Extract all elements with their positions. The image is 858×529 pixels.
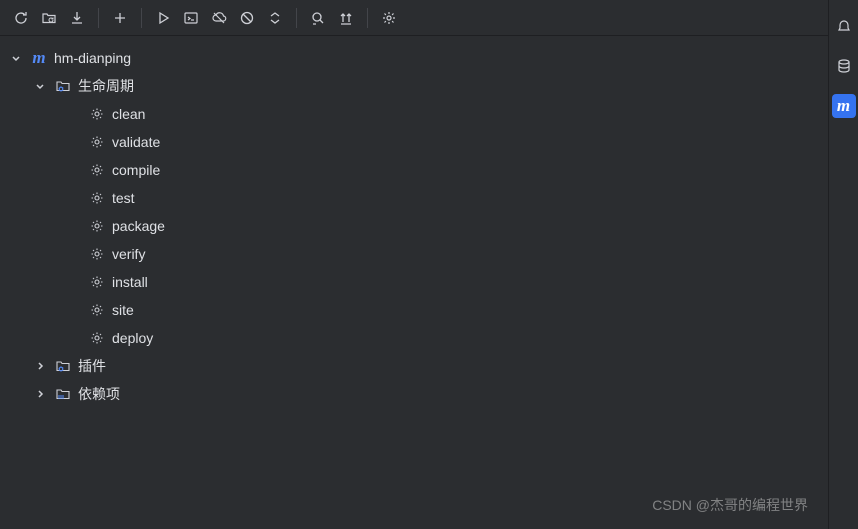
gear-icon	[88, 329, 106, 347]
goal-compile[interactable]: compile	[0, 156, 828, 184]
goal-verify[interactable]: verify	[0, 240, 828, 268]
collapse-button[interactable]	[262, 5, 288, 31]
goal-label: deploy	[112, 330, 153, 346]
cloud-off-icon	[211, 10, 227, 26]
right-toolbar: m	[828, 0, 858, 529]
lifecycle-label: 生命周期	[78, 76, 134, 96]
play-icon	[155, 10, 171, 26]
gear-icon	[88, 217, 106, 235]
dependencies-node[interactable]: 依赖项	[0, 380, 828, 408]
goal-label: verify	[112, 246, 145, 262]
database-icon	[836, 58, 852, 74]
goal-validate[interactable]: validate	[0, 128, 828, 156]
expand-all-button[interactable]	[333, 5, 359, 31]
download-button[interactable]	[64, 5, 90, 31]
expand-icon	[338, 10, 354, 26]
plus-icon	[112, 10, 128, 26]
terminal-icon	[183, 10, 199, 26]
folder-gear-icon	[54, 77, 72, 95]
plugins-label: 插件	[78, 356, 106, 376]
search-icon	[310, 10, 326, 26]
goal-label: install	[112, 274, 148, 290]
gear-icon	[381, 10, 397, 26]
goal-label: clean	[112, 106, 145, 122]
maven-icon: m	[837, 96, 850, 116]
lifecycle-node[interactable]: 生命周期	[0, 72, 828, 100]
maven-module-icon: m	[30, 49, 48, 67]
gear-icon	[88, 133, 106, 151]
project-label: hm-dianping	[54, 50, 131, 66]
skip-tests-button[interactable]	[234, 5, 260, 31]
goal-label: validate	[112, 134, 160, 150]
folder-library-icon	[54, 385, 72, 403]
goal-label: test	[112, 190, 135, 206]
chevron-right-icon	[32, 358, 48, 374]
gear-icon	[88, 161, 106, 179]
refresh-button[interactable]	[8, 5, 34, 31]
gear-icon	[88, 301, 106, 319]
add-button[interactable]	[107, 5, 133, 31]
refresh-icon	[13, 10, 29, 26]
goal-site[interactable]: site	[0, 296, 828, 324]
goal-test[interactable]: test	[0, 184, 828, 212]
goal-label: compile	[112, 162, 160, 178]
skip-icon	[239, 10, 255, 26]
find-button[interactable]	[305, 5, 331, 31]
goal-install[interactable]: install	[0, 268, 828, 296]
gear-icon	[88, 189, 106, 207]
separator	[141, 8, 142, 28]
add-maven-button[interactable]	[36, 5, 62, 31]
folder-refresh-icon	[41, 10, 57, 26]
chevron-down-icon	[32, 78, 48, 94]
plugins-node[interactable]: 插件	[0, 352, 828, 380]
dependencies-label: 依赖项	[78, 384, 120, 404]
chevron-right-icon	[32, 386, 48, 402]
chevron-down-icon	[8, 50, 24, 66]
gear-icon	[88, 273, 106, 291]
collapse-icon	[267, 10, 283, 26]
run-config-button[interactable]	[178, 5, 204, 31]
rail-button-1[interactable]	[832, 14, 856, 38]
project-node[interactable]: m hm-dianping	[0, 44, 828, 72]
bell-icon	[836, 18, 852, 34]
run-button[interactable]	[150, 5, 176, 31]
folder-gear-icon	[54, 357, 72, 375]
maven-tree: m hm-dianping 生命周期 clean validate compil…	[0, 36, 828, 416]
separator	[367, 8, 368, 28]
gear-icon	[88, 245, 106, 263]
toolbar	[0, 0, 828, 36]
goal-label: package	[112, 218, 165, 234]
separator	[98, 8, 99, 28]
download-icon	[69, 10, 85, 26]
offline-button[interactable]	[206, 5, 232, 31]
goal-label: site	[112, 302, 134, 318]
gear-icon	[88, 105, 106, 123]
settings-button[interactable]	[376, 5, 402, 31]
rail-button-2[interactable]	[832, 54, 856, 78]
goal-clean[interactable]: clean	[0, 100, 828, 128]
separator	[296, 8, 297, 28]
goal-deploy[interactable]: deploy	[0, 324, 828, 352]
rail-button-maven[interactable]: m	[832, 94, 856, 118]
goal-package[interactable]: package	[0, 212, 828, 240]
maven-panel: m hm-dianping 生命周期 clean validate compil…	[0, 0, 828, 529]
